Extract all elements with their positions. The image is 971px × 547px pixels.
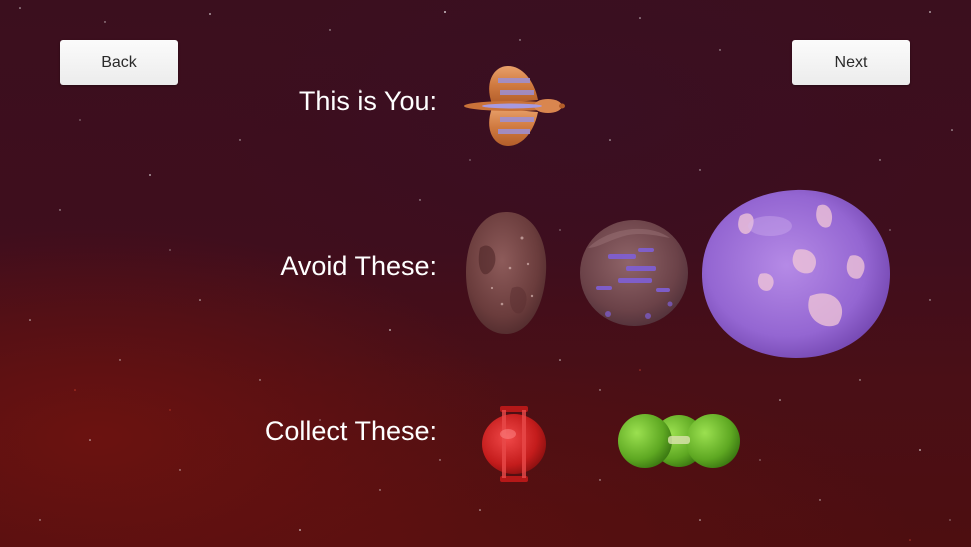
player-row-label: This is You: bbox=[298, 86, 437, 116]
green-triple-sphere-icon bbox=[618, 414, 740, 468]
brown-blob-icon bbox=[466, 212, 547, 334]
back-button[interactable]: Back bbox=[60, 40, 178, 85]
next-button[interactable]: Next bbox=[792, 40, 910, 85]
player-ship-icon bbox=[464, 66, 565, 146]
next-button-label: Next bbox=[834, 53, 868, 71]
large-purple-blob-icon bbox=[702, 189, 890, 358]
red-capsule-icon bbox=[482, 406, 546, 482]
purple-striped-blob-icon bbox=[580, 220, 688, 326]
collect-row-label: Collect These: bbox=[264, 416, 437, 446]
avoid-row-label: Avoid These: bbox=[280, 251, 437, 281]
back-button-label: Back bbox=[101, 53, 137, 71]
